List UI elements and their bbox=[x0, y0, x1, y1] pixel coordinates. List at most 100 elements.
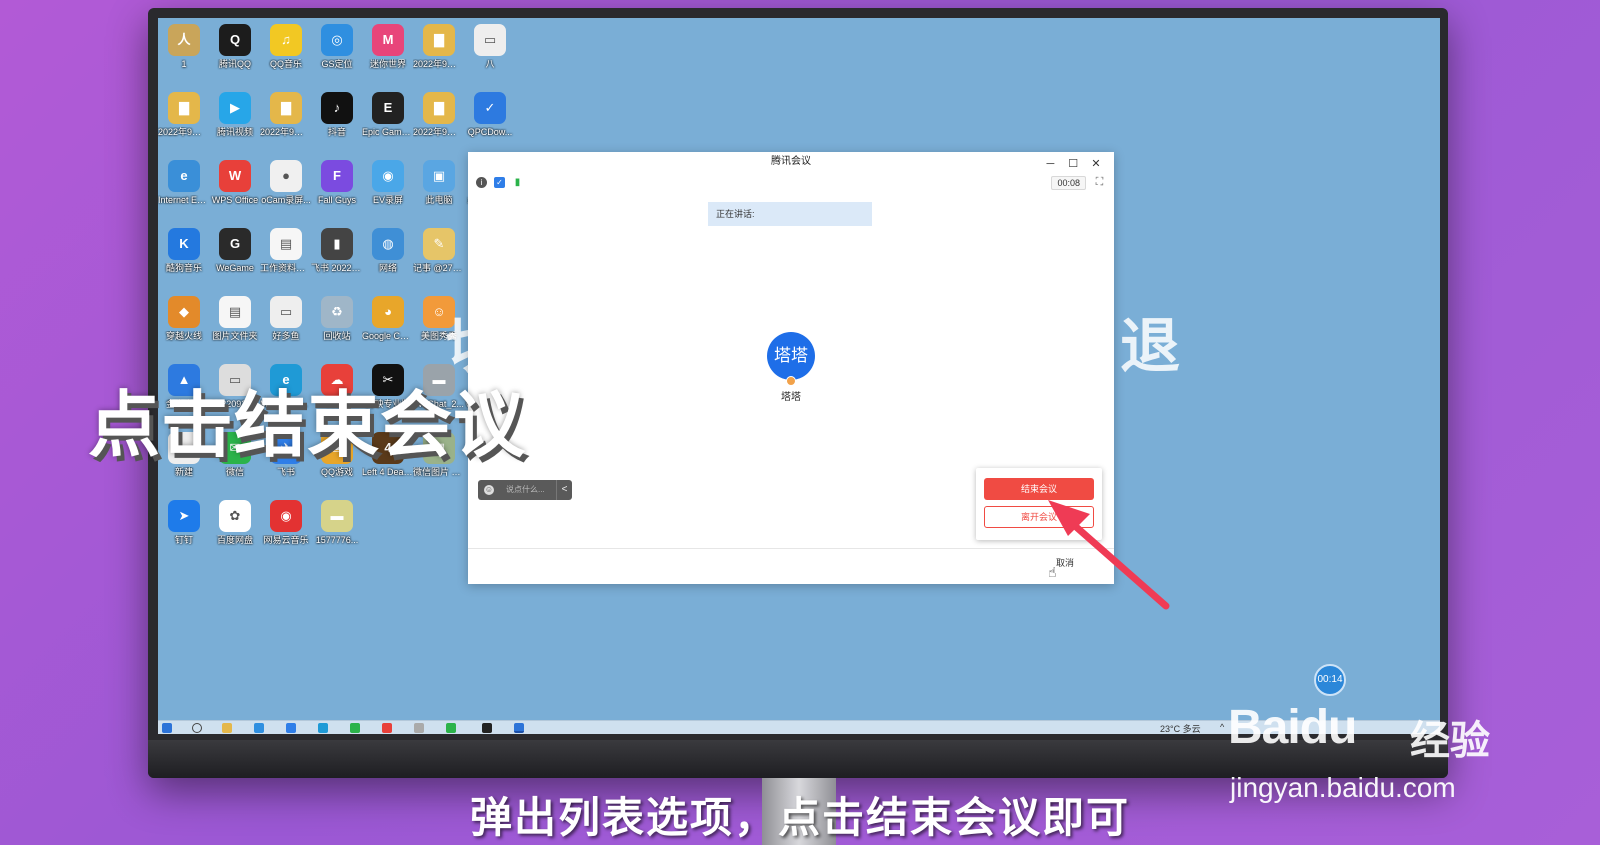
desktop-icon-label: 2022年9月3日 游戏 bbox=[260, 127, 312, 137]
desktop-icon[interactable]: E Epic Games Launcher bbox=[362, 92, 414, 138]
desktop-icon-label: Internet Explorer bbox=[158, 195, 210, 205]
app-icon: ▭ bbox=[474, 24, 506, 56]
desktop-icon[interactable]: e Internet Explorer bbox=[158, 160, 210, 206]
chevron-left-icon[interactable]: < bbox=[556, 480, 572, 500]
app-icon: ▣ bbox=[423, 160, 455, 192]
end-meeting-popup: 结束会议 离开会议 bbox=[976, 468, 1102, 540]
taskbar-meeting-icon[interactable] bbox=[514, 723, 524, 733]
end-meeting-button[interactable]: 结束会议 bbox=[984, 478, 1094, 500]
desktop-icon[interactable]: ● oCam录屏... bbox=[260, 160, 312, 206]
desktop-icon-label: 迷你世界 bbox=[369, 59, 406, 69]
main-caption: 点击结束会议 bbox=[88, 383, 527, 467]
desktop-icon[interactable]: ▭ 好多鱼 bbox=[260, 296, 312, 342]
desktop-icon[interactable]: 人1 bbox=[158, 24, 210, 70]
start-icon[interactable] bbox=[162, 723, 172, 733]
baidu-logo-suffix: 经验 bbox=[1410, 718, 1490, 764]
taskbar-feishu-icon[interactable] bbox=[286, 723, 296, 733]
desktop-icon-label: 腾讯QQ bbox=[218, 59, 251, 69]
chat-input[interactable]: ☺ 说点什么... < bbox=[478, 480, 572, 500]
desktop-icon[interactable]: ◉ 网易云音乐 bbox=[260, 500, 312, 546]
desktop-icon[interactable]: M 迷你世界 bbox=[362, 24, 414, 70]
desktop-icon[interactable]: ▣ 此电脑 bbox=[413, 160, 465, 206]
tray-caret-icon[interactable]: ^ bbox=[1220, 722, 1224, 732]
taskbar-folder-icon[interactable] bbox=[222, 723, 232, 733]
app-icon: K bbox=[168, 228, 200, 260]
app-icon: ✎ bbox=[423, 228, 455, 260]
desktop-icon[interactable]: F Fall Guys bbox=[311, 160, 363, 206]
search-icon[interactable] bbox=[192, 723, 202, 733]
desktop-icon-label: GS定位 bbox=[321, 59, 353, 69]
app-icon: Q bbox=[219, 24, 251, 56]
host-badge-icon bbox=[786, 376, 796, 386]
fullscreen-icon[interactable]: ⛶ bbox=[1093, 176, 1106, 189]
app-icon: M bbox=[372, 24, 404, 56]
taskbar-wechat-icon[interactable] bbox=[446, 723, 456, 733]
desktop-icon[interactable]: ▬ 1577776... bbox=[311, 500, 363, 546]
window-titlebar[interactable]: 腾讯会议 ─ ☐ ✕ bbox=[468, 152, 1114, 172]
signal-icon[interactable]: ▮ bbox=[512, 177, 523, 188]
ghost-text-right: 退 bbox=[1120, 312, 1180, 382]
desktop-icon-label: 百度网盘 bbox=[216, 535, 253, 545]
maximize-button[interactable]: ☐ bbox=[1063, 157, 1083, 171]
desktop-icon[interactable]: ♫ QQ音乐 bbox=[260, 24, 312, 70]
app-icon: E bbox=[372, 92, 404, 124]
emoji-icon[interactable]: ☺ bbox=[484, 485, 494, 495]
desktop-icon[interactable]: ◉ EV录屏 bbox=[362, 160, 414, 206]
desktop-icon[interactable]: ▤ 图片文件夹 bbox=[209, 296, 261, 342]
desktop-icon[interactable]: ▇ 2022年9月3日 游戏... bbox=[413, 24, 465, 70]
desktop-icon[interactable]: ♪ 抖音 bbox=[311, 92, 363, 138]
desktop-icon[interactable]: ◕ Google Chrome bbox=[362, 296, 414, 342]
avatar: 塔塔 bbox=[767, 332, 815, 380]
desktop-icon[interactable]: ♻ 回收站 bbox=[311, 296, 363, 342]
desktop-icon[interactable]: ▤ 工作资料备份 bbox=[260, 228, 312, 274]
desktop-icon[interactable]: W WPS Office bbox=[209, 160, 261, 206]
leave-meeting-button[interactable]: 离开会议 bbox=[984, 506, 1094, 528]
minimize-button[interactable]: ─ bbox=[1040, 157, 1060, 171]
desktop-icon[interactable]: ▇ 2022年9月3日 游戏 bbox=[260, 92, 312, 138]
app-icon: ● bbox=[270, 160, 302, 192]
desktop-icon[interactable]: ➤ 钉钉 bbox=[158, 500, 210, 546]
desktop-icon-label: Google Chrome bbox=[362, 331, 414, 341]
desktop-icon[interactable]: ◆ 穿越火线 bbox=[158, 296, 210, 342]
desktop-icon[interactable]: ▭ 八 bbox=[464, 24, 516, 70]
app-icon: ▶ bbox=[219, 92, 251, 124]
participant-name: 塔塔 bbox=[781, 392, 801, 403]
desktop-icon-label: oCam录屏... bbox=[261, 195, 311, 205]
desktop-icon[interactable]: ▇ 2022年9月3日 游戏 (1) bbox=[413, 92, 465, 138]
desktop-icon[interactable]: G WeGame bbox=[209, 228, 261, 274]
taskbar-doc-icon[interactable] bbox=[414, 723, 424, 733]
desktop-icon[interactable]: Q 腾讯QQ bbox=[209, 24, 261, 70]
close-button[interactable]: ✕ bbox=[1086, 157, 1106, 171]
desktop-icon[interactable]: ◍ 网络 bbox=[362, 228, 414, 274]
desktop-icon-label: 网易云音乐 bbox=[263, 535, 309, 545]
taskbar-qq-icon[interactable] bbox=[482, 723, 492, 733]
desktop-icon[interactable]: ✎ 记事 @279264... bbox=[413, 228, 465, 274]
app-icon: ◉ bbox=[270, 500, 302, 532]
desktop-icon[interactable]: ▶ 腾讯视频 bbox=[209, 92, 261, 138]
app-icon: ▤ bbox=[270, 228, 302, 260]
desktop-icon-label: 工作资料备份 bbox=[260, 263, 312, 273]
info-icon[interactable]: i bbox=[476, 177, 487, 188]
app-icon: ♫ bbox=[270, 24, 302, 56]
app-icon: ✓ bbox=[474, 92, 506, 124]
desktop-icon[interactable]: ✿ 百度网盘 bbox=[209, 500, 261, 546]
app-icon: ▇ bbox=[270, 92, 302, 124]
desktop-icon[interactable]: ◎ GS定位 bbox=[311, 24, 363, 70]
taskbar-wps-icon[interactable] bbox=[382, 723, 392, 733]
app-icon: ▇ bbox=[423, 24, 455, 56]
taskbar-chrome-icon[interactable] bbox=[350, 723, 360, 733]
cancel-button[interactable]: 取消 bbox=[1056, 556, 1074, 569]
taskbar-browser-icon[interactable] bbox=[254, 723, 264, 733]
desktop-icon[interactable]: K 酷狗音乐 bbox=[158, 228, 210, 274]
shield-icon[interactable]: ✓ bbox=[494, 177, 505, 188]
desktop-icon-label: 2022年9月3日 游戏 (1) bbox=[413, 127, 465, 137]
taskbar-weather[interactable]: 23°C 多云 bbox=[1160, 722, 1201, 734]
app-icon: ▭ bbox=[270, 296, 302, 328]
app-icon: ▮ bbox=[321, 228, 353, 260]
app-icon: ➤ bbox=[168, 500, 200, 532]
desktop-icon[interactable]: ✓ QPCDow... bbox=[464, 92, 516, 138]
taskbar-edge-icon[interactable] bbox=[318, 723, 328, 733]
desktop-icon-label: 1577776... bbox=[315, 535, 359, 545]
desktop-icon[interactable]: ▮ 飞书 20220920... bbox=[311, 228, 363, 274]
desktop-icon[interactable]: ▇ 2022年9月3日 游戏 bbox=[158, 92, 210, 138]
